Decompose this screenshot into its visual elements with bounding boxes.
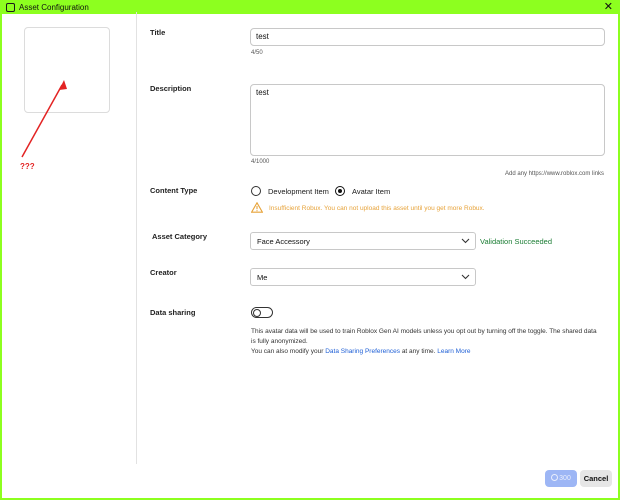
annotation-text: ??? bbox=[20, 162, 35, 171]
asset-thumbnail[interactable] bbox=[24, 27, 110, 113]
cancel-button[interactable]: Cancel bbox=[580, 470, 612, 487]
learn-more-link[interactable]: Learn More bbox=[437, 348, 470, 355]
app-icon bbox=[6, 3, 15, 12]
data-sharing-label: Data sharing bbox=[150, 308, 196, 317]
description-textarea[interactable]: test bbox=[250, 84, 605, 156]
radio-development-item-label[interactable]: Development Item bbox=[268, 187, 329, 196]
asset-category-value: Face Accessory bbox=[257, 237, 310, 246]
warning-icon bbox=[251, 202, 263, 213]
validation-status: Validation Succeeded bbox=[480, 237, 552, 246]
radio-avatar-item-label[interactable]: Avatar Item bbox=[352, 187, 390, 196]
title-counter: 4/50 bbox=[251, 50, 263, 56]
toggle-knob bbox=[253, 308, 261, 317]
creator-select[interactable]: Me bbox=[250, 268, 476, 286]
data-sharing-description: This avatar data will be used to train R… bbox=[251, 328, 597, 345]
data-sharing-preferences-link[interactable]: Data Sharing Preferences bbox=[325, 348, 400, 355]
title-input[interactable]: test bbox=[250, 28, 605, 46]
close-icon[interactable]: ✕ bbox=[604, 1, 613, 13]
description-counter: 4/1000 bbox=[251, 159, 270, 165]
content-type-label: Content Type bbox=[150, 186, 198, 195]
data-sharing-modify-line: You can also modify your Data Sharing Pr… bbox=[251, 347, 601, 357]
window-title: Asset Configuration bbox=[19, 3, 89, 12]
modify-suffix: at any time. bbox=[401, 348, 436, 355]
description-link-hint: Add any https://www.roblox.com links bbox=[505, 171, 605, 177]
buy-amount: 300 bbox=[559, 475, 571, 482]
description-label: Description bbox=[150, 84, 192, 93]
title-input-value: test bbox=[256, 32, 269, 41]
asset-category-label: Asset Category bbox=[152, 232, 208, 241]
chevron-down-icon bbox=[461, 274, 470, 280]
creator-label: Creator bbox=[150, 268, 177, 277]
data-sharing-toggle[interactable] bbox=[251, 307, 273, 318]
radio-development-item[interactable] bbox=[251, 186, 261, 196]
creator-value: Me bbox=[257, 273, 268, 282]
description-value: test bbox=[256, 88, 269, 97]
robux-icon bbox=[551, 474, 559, 481]
title-bar[interactable]: Asset Configuration ✕ bbox=[2, 1, 618, 14]
chevron-down-icon bbox=[461, 238, 470, 244]
modify-prefix: You can also modify your bbox=[251, 348, 324, 355]
radio-avatar-item[interactable] bbox=[335, 186, 345, 196]
buy-upload-button[interactable]: 300 bbox=[545, 470, 577, 487]
title-label: Title bbox=[150, 28, 166, 37]
panel-divider bbox=[136, 12, 137, 464]
insufficient-robux-warning: Insufficient Robux. You can not upload t… bbox=[269, 205, 485, 212]
asset-category-select[interactable]: Face Accessory bbox=[250, 232, 476, 250]
